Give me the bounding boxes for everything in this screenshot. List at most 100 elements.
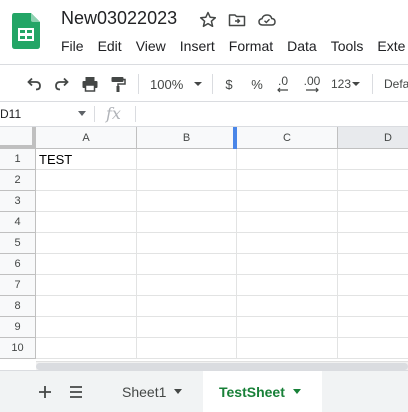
cell-a9[interactable]: [36, 317, 137, 338]
cell-c2[interactable]: [237, 170, 338, 191]
cell-c7[interactable]: [237, 275, 338, 296]
cell-a4[interactable]: [36, 212, 137, 233]
zoom-value: 100%: [150, 76, 184, 92]
cell-b1[interactable]: [137, 149, 237, 170]
row-header-7[interactable]: 7: [0, 275, 36, 296]
row-header-8[interactable]: 8: [0, 296, 36, 317]
menu-tools[interactable]: Tools: [331, 38, 364, 56]
zoom-select[interactable]: 100%: [150, 74, 184, 94]
cell-d10[interactable]: [338, 338, 408, 359]
row-header-10[interactable]: 10: [0, 338, 36, 359]
cell-c9[interactable]: [237, 317, 338, 338]
cell-a6[interactable]: [36, 254, 137, 275]
cell-c4[interactable]: [237, 212, 338, 233]
cell-d5[interactable]: [338, 233, 408, 254]
increase-decimal-label: .00: [303, 74, 321, 88]
row-header-6[interactable]: 6: [0, 254, 36, 275]
sheet-tab-label: TestSheet: [219, 383, 285, 400]
column-header-b[interactable]: B: [137, 127, 237, 149]
cell-d1[interactable]: [338, 149, 408, 170]
menu-format[interactable]: Format: [229, 38, 273, 56]
undo-icon[interactable]: [24, 74, 44, 94]
cell-b5[interactable]: [137, 233, 237, 254]
cell-d9[interactable]: [338, 317, 408, 338]
horizontal-scrollbar[interactable]: [36, 361, 408, 370]
cell-a1[interactable]: TEST: [36, 149, 137, 170]
more-formats-label: 123: [331, 77, 352, 91]
cloud-status-icon[interactable]: [257, 10, 277, 30]
formula-input[interactable]: [140, 102, 408, 126]
cell-a8[interactable]: [36, 296, 137, 317]
cell-b2[interactable]: [137, 170, 237, 191]
currency-format-button[interactable]: $: [222, 74, 236, 94]
cell-b3[interactable]: [137, 191, 237, 212]
cell-d7[interactable]: [338, 275, 408, 296]
row-header-3[interactable]: 3: [0, 191, 36, 212]
zoom-dropdown-icon[interactable]: [192, 74, 204, 94]
cell-b9[interactable]: [137, 317, 237, 338]
row-header-1[interactable]: 1: [0, 149, 36, 170]
select-all-corner[interactable]: [0, 127, 36, 149]
paint-format-icon[interactable]: [108, 74, 128, 94]
sheets-logo-icon[interactable]: [12, 13, 40, 49]
sheet-tab-testsheet[interactable]: TestSheet: [203, 371, 322, 412]
add-sheet-icon[interactable]: [35, 382, 55, 402]
menu-view[interactable]: View: [136, 38, 166, 56]
chevron-down-icon[interactable]: [292, 389, 301, 394]
document-title[interactable]: New03022023: [61, 8, 177, 29]
title-bar: New03022023 File Edit View Insert Format…: [0, 0, 408, 64]
column-header-c[interactable]: C: [237, 127, 338, 149]
currency-symbol: $: [225, 76, 233, 92]
toolbar-separator: [138, 74, 139, 94]
cell-c1[interactable]: [237, 149, 338, 170]
cell-c8[interactable]: [237, 296, 338, 317]
cell-c5[interactable]: [237, 233, 338, 254]
menu-file[interactable]: File: [61, 38, 84, 56]
row-header-2[interactable]: 2: [0, 170, 36, 191]
menu-bar: File Edit View Insert Format Data Tools …: [61, 38, 408, 56]
sheet-tab-sheet1[interactable]: Sheet1: [107, 371, 203, 412]
row-header-5[interactable]: 5: [0, 233, 36, 254]
all-sheets-icon[interactable]: [66, 382, 86, 402]
cell-b10[interactable]: [137, 338, 237, 359]
cell-c3[interactable]: [237, 191, 338, 212]
cell-a7[interactable]: [36, 275, 137, 296]
percent-format-button[interactable]: %: [249, 74, 265, 94]
sheet-tabs-bar: Sheet1 TestSheet: [0, 370, 408, 412]
cell-b4[interactable]: [137, 212, 237, 233]
menu-extensions[interactable]: Exte: [377, 38, 405, 56]
cell-d2[interactable]: [338, 170, 408, 191]
column-header-a[interactable]: A: [36, 127, 137, 149]
decrease-decimal-button[interactable]: .0: [273, 74, 293, 94]
cell-c6[interactable]: [237, 254, 338, 275]
column-resize-handle[interactable]: [233, 127, 237, 149]
cell-a5[interactable]: [36, 233, 137, 254]
cell-a2[interactable]: [36, 170, 137, 191]
name-box-dropdown-icon[interactable]: [78, 111, 86, 116]
column-header-d[interactable]: D: [338, 127, 408, 149]
more-formats-button[interactable]: 123: [331, 74, 361, 94]
font-family-select[interactable]: Defa: [384, 74, 408, 94]
cell-d8[interactable]: [338, 296, 408, 317]
menu-data[interactable]: Data: [287, 38, 317, 56]
star-icon[interactable]: [198, 10, 218, 30]
cell-b7[interactable]: [137, 275, 237, 296]
horizontal-scrollbar-thumb[interactable]: [36, 363, 408, 370]
cell-d3[interactable]: [338, 191, 408, 212]
row-header-4[interactable]: 4: [0, 212, 36, 233]
cell-a3[interactable]: [36, 191, 137, 212]
cell-d4[interactable]: [338, 212, 408, 233]
cell-a10[interactable]: [36, 338, 137, 359]
menu-edit[interactable]: Edit: [98, 38, 122, 56]
move-to-folder-icon[interactable]: [227, 10, 247, 30]
menu-insert[interactable]: Insert: [180, 38, 215, 56]
cell-c10[interactable]: [237, 338, 338, 359]
chevron-down-icon[interactable]: [174, 389, 183, 394]
cell-b8[interactable]: [137, 296, 237, 317]
cell-d6[interactable]: [338, 254, 408, 275]
cell-b6[interactable]: [137, 254, 237, 275]
redo-icon[interactable]: [52, 74, 72, 94]
row-header-9[interactable]: 9: [0, 317, 36, 338]
print-icon[interactable]: [80, 74, 100, 94]
increase-decimal-button[interactable]: .00: [301, 74, 323, 94]
